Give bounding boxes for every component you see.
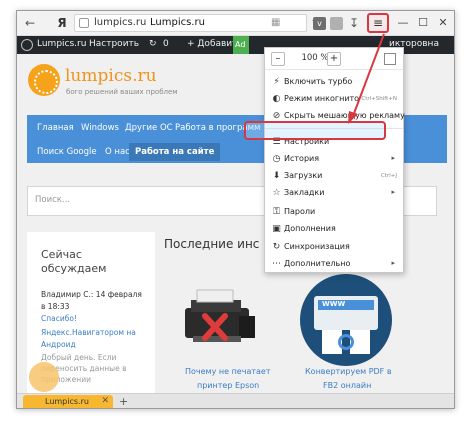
comment-excerpt: Добрый день. Если <box>41 353 117 362</box>
address-bar[interactable]: lumpics.ru Lumpics.ru ▦ <box>74 14 307 32</box>
bookmarks-icon: ☆ <box>272 188 281 198</box>
menu-item-history[interactable]: ◷ История ▸ <box>265 151 403 168</box>
comment-post-link-2[interactable]: Андроид <box>41 340 76 350</box>
extensions-icon: ▣ <box>272 224 281 234</box>
www-label: WWW <box>322 300 346 308</box>
browser-window: ← Я lumpics.ru Lumpics.ru ▦ ★ v ↧ ≡ — ☐ … <box>16 10 455 409</box>
fullscreen-icon[interactable] <box>384 53 396 65</box>
menu-item-extensions[interactable]: ▣ Дополнения <box>265 221 403 238</box>
printer-image[interactable] <box>177 282 265 352</box>
nav-google-search[interactable]: Поиск Google <box>37 147 97 157</box>
address-page-title: Lumpics.ru <box>150 17 205 28</box>
submenu-arrow-icon: ▸ <box>391 259 395 267</box>
comment-post-link[interactable]: Яндекс.Навигатором на <box>41 328 136 338</box>
address-domain: lumpics.ru <box>94 17 147 28</box>
extension-icon[interactable]: v <box>313 17 326 30</box>
site-logo-icon[interactable] <box>28 64 60 96</box>
menu-item-passwords[interactable]: ⚿ Пароли <box>265 204 403 221</box>
menu-item-turbo[interactable]: ⚡ Включить турбо <box>265 74 403 91</box>
admin-site-link[interactable]: Lumpics.ru <box>37 39 86 49</box>
nav-home[interactable]: Главная <box>37 123 74 133</box>
sync-icon: ↻ <box>272 242 281 252</box>
protect-icon[interactable]: ▦ <box>271 17 283 29</box>
title-bar: ← Я lumpics.ru Lumpics.ru ▦ ★ v ↧ ≡ — ☐ … <box>17 11 454 36</box>
admin-green-label[interactable]: Ad <box>233 36 249 54</box>
cursor-highlight <box>29 362 59 392</box>
submenu-arrow-icon: ▸ <box>391 154 395 162</box>
article-1-title[interactable]: Почему не печатает <box>185 367 271 376</box>
back-icon[interactable]: ← <box>21 14 39 32</box>
more-icon: ⋯ <box>272 259 281 269</box>
comment-author: Владимир С.: 14 февраля <box>41 290 142 299</box>
maximize-icon[interactable]: ☐ <box>413 14 433 32</box>
site-tagline: бого решений ваших проблем <box>66 88 178 96</box>
lock-icon <box>79 18 89 28</box>
close-icon[interactable]: ✕ <box>433 14 453 32</box>
incognito-icon: ◐ <box>272 94 281 104</box>
menu-item-incognito[interactable]: ◐ Режим инкогнито Ctrl+Shift+N <box>265 91 403 108</box>
article-2-title[interactable]: Конвертируем PDF в <box>305 367 392 376</box>
comments-count[interactable]: 0 <box>163 39 169 49</box>
new-tab-button[interactable]: + <box>119 395 128 408</box>
browser-main-menu: – 100 % + ⚡ Включить турбо ◐ Режим инког… <box>264 47 405 273</box>
menu-button[interactable]: ≡ <box>367 13 389 33</box>
latest-posts-title: Последние инс <box>164 237 260 251</box>
tab-bar: Lumpics.ru ✕ + <box>17 393 454 408</box>
menu-item-downloads[interactable]: ⬇ Загрузки Ctrl+J <box>265 168 403 185</box>
key-icon: ⚿ <box>273 207 280 217</box>
extension-icon-2[interactable] <box>330 17 343 30</box>
tab-title: Lumpics.ru <box>45 397 89 406</box>
tab-close-icon[interactable]: ✕ <box>101 396 109 406</box>
article-1-title-2[interactable]: принтер Epson <box>197 381 259 390</box>
article-2-title-2[interactable]: FB2 онлайн <box>323 381 371 390</box>
downloads-icon[interactable]: ↧ <box>345 14 363 32</box>
turbo-icon: ⚡ <box>273 77 280 87</box>
comment-link[interactable]: Спасибо! <box>41 314 77 324</box>
menu-item-sync[interactable]: ↻ Синхронизация <box>265 239 403 256</box>
zoom-out-button[interactable]: – <box>271 52 285 66</box>
tab-lumpics[interactable]: Lumpics.ru ✕ <box>23 395 113 408</box>
search-placeholder: Поиск... <box>35 195 71 205</box>
submenu-arrow-icon: ▸ <box>391 188 395 196</box>
settings-highlight <box>244 121 386 140</box>
sidebar-title: Сейчас обсуждаем <box>41 248 107 275</box>
admin-customize-link[interactable]: Настроить <box>89 39 139 49</box>
site-name[interactable]: lumpics.ru <box>65 66 157 86</box>
downloads-menu-icon: ⬇ <box>272 171 281 181</box>
zoom-row: – 100 % + <box>265 48 403 70</box>
comment-time: в 18:33 <box>41 302 70 311</box>
nav-windows[interactable]: Windows <box>81 123 119 133</box>
zoom-in-button[interactable]: + <box>327 52 341 66</box>
nav-about[interactable]: О нас <box>105 147 130 157</box>
menu-item-bookmarks[interactable]: ☆ Закладки ▸ <box>265 185 403 202</box>
nav-work-on-site[interactable]: Работа на сайте <box>129 143 221 161</box>
minimize-icon[interactable]: — <box>393 14 413 32</box>
wordpress-icon[interactable] <box>21 39 33 51</box>
updates-icon[interactable]: ↻ <box>149 39 157 49</box>
history-icon: ◷ <box>272 154 281 164</box>
downloads-shortcut: Ctrl+J <box>380 173 397 179</box>
pdf-convert-image[interactable]: WWW <box>300 274 392 366</box>
yandex-logo[interactable]: Я <box>53 14 71 32</box>
incognito-shortcut: Ctrl+Shift+N <box>361 96 397 102</box>
nav-other-os[interactable]: Другие ОС <box>125 123 173 133</box>
menu-item-more[interactable]: ⋯ Дополнительно ▸ <box>265 256 403 273</box>
